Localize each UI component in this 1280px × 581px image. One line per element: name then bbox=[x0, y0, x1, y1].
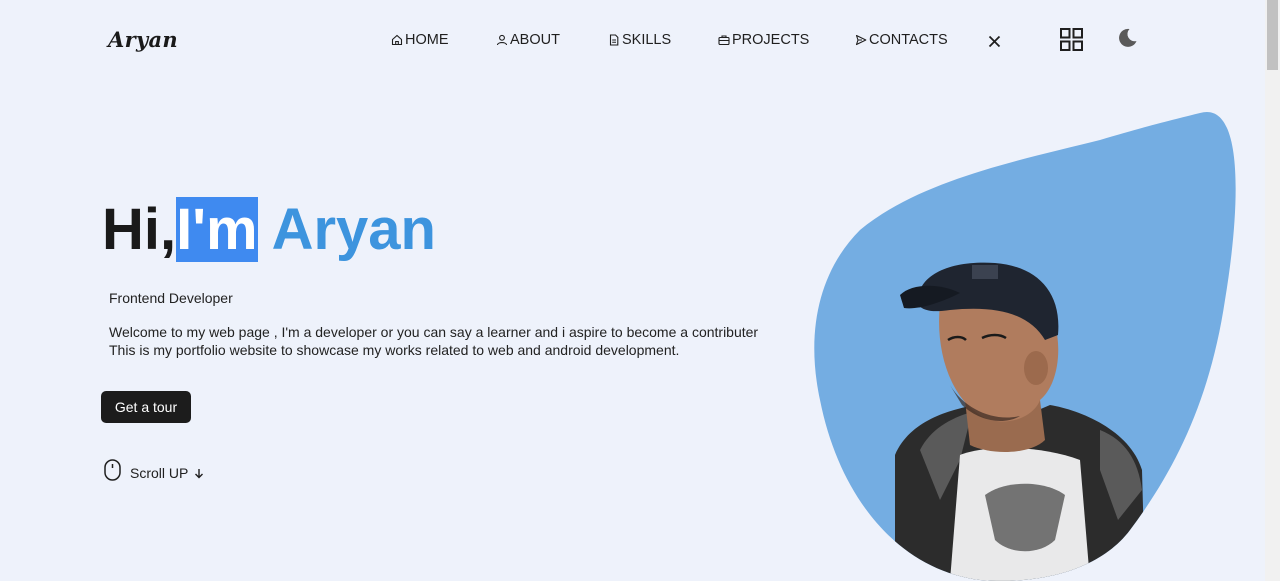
nav-home-label: HOME bbox=[405, 32, 449, 48]
nav-skills-label: SKILLS bbox=[622, 32, 672, 48]
page-scrollbar[interactable] bbox=[1265, 0, 1280, 581]
close-icon[interactable] bbox=[988, 35, 1001, 48]
file-icon bbox=[609, 34, 619, 46]
scrollbar-thumb[interactable] bbox=[1267, 0, 1278, 70]
hero-description: Welcome to my web page , I'm a developer… bbox=[109, 323, 758, 359]
nav-contacts-label: CONTACTS bbox=[869, 32, 948, 48]
profile-blob bbox=[814, 111, 1236, 581]
home-icon bbox=[391, 34, 403, 46]
hero-name: Aryan bbox=[271, 197, 436, 262]
hero-title: Hi,I'm Aryan bbox=[102, 195, 436, 265]
scroll-up-label: Scroll UP bbox=[130, 465, 189, 481]
send-icon bbox=[855, 34, 867, 46]
moon-icon[interactable] bbox=[1116, 27, 1138, 49]
hero-description-line-2: This is my portfolio website to showcase… bbox=[109, 342, 680, 358]
user-icon bbox=[496, 34, 508, 46]
brand-logo[interactable]: Aryan bbox=[108, 27, 178, 52]
hero-highlight: I'm bbox=[176, 197, 258, 262]
hero-greeting: Hi, bbox=[102, 197, 177, 262]
nav-about-label: ABOUT bbox=[510, 32, 560, 48]
nav-skills[interactable]: SKILLS bbox=[608, 32, 671, 48]
get-a-tour-button[interactable]: Get a tour bbox=[101, 391, 191, 423]
nav-home[interactable]: HOME bbox=[391, 32, 449, 48]
hero-description-line-1: Welcome to my web page , I'm a developer… bbox=[109, 324, 759, 340]
nav-contacts[interactable]: CONTACTS bbox=[855, 32, 948, 48]
nav-about[interactable]: ABOUT bbox=[496, 32, 560, 48]
mouse-icon bbox=[104, 459, 121, 481]
nav-projects-label: PROJECTS bbox=[732, 32, 810, 48]
hero-role: Frontend Developer bbox=[109, 290, 233, 306]
nav-projects[interactable]: PROJECTS bbox=[718, 32, 809, 48]
briefcase-icon bbox=[718, 35, 730, 46]
scroll-up-link[interactable]: Scroll UP bbox=[104, 459, 204, 481]
arrow-down-icon bbox=[195, 468, 204, 478]
grid-icon[interactable] bbox=[1060, 28, 1083, 51]
